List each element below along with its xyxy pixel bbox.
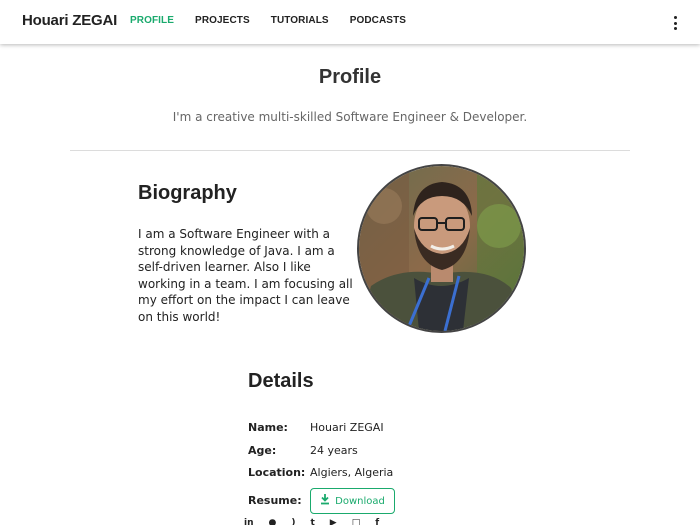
detail-label: Resume: <box>248 494 302 507</box>
detail-value: 24 years <box>310 444 358 457</box>
twitter-icon[interactable]: t <box>310 518 314 525</box>
page-title: Profile <box>318 66 382 88</box>
instagram-icon[interactable]: □ <box>352 518 361 525</box>
download-icon <box>320 494 330 508</box>
download-label: Download <box>335 495 385 507</box>
social-links: in ● ) t ▶ □ f <box>244 518 394 525</box>
youtube-icon[interactable]: ▶ <box>330 518 337 525</box>
nav-link-projects[interactable]: PROJECTS <box>195 15 250 26</box>
brand-logo[interactable]: Houari ZEGAI <box>22 12 117 29</box>
profile-photo <box>357 164 526 333</box>
detail-value: Algiers, Algeria <box>310 466 394 479</box>
biography-heading: Biography <box>138 182 237 204</box>
rss-icon[interactable]: ) <box>291 518 295 525</box>
biography-text: I am a Software Engineer with a strong k… <box>138 227 353 324</box>
nav-links: PROFILE PROJECTS TUTORIALS PODCASTS <box>130 15 427 26</box>
detail-label: Location: <box>248 466 306 479</box>
nav-link-profile[interactable]: PROFILE <box>130 15 174 26</box>
detail-label: Age: <box>248 444 277 457</box>
github-icon[interactable]: ● <box>269 518 277 525</box>
more-vert-icon[interactable] <box>671 16 679 30</box>
detail-label: Name: <box>248 421 288 434</box>
facebook-icon[interactable]: f <box>375 518 379 525</box>
section-divider <box>70 150 630 151</box>
nav-link-tutorials[interactable]: TUTORIALS <box>271 15 329 26</box>
top-navbar: Houari ZEGAI PROFILE PROJECTS TUTORIALS … <box>0 0 700 44</box>
linkedin-icon[interactable]: in <box>244 518 254 525</box>
details-heading: Details <box>248 370 314 392</box>
profile-tagline: I'm a creative multi-skilled Software En… <box>172 110 528 124</box>
download-resume-button[interactable]: Download <box>310 488 395 514</box>
detail-value: Houari ZEGAI <box>310 421 384 434</box>
nav-link-podcasts[interactable]: PODCASTS <box>350 15 406 26</box>
